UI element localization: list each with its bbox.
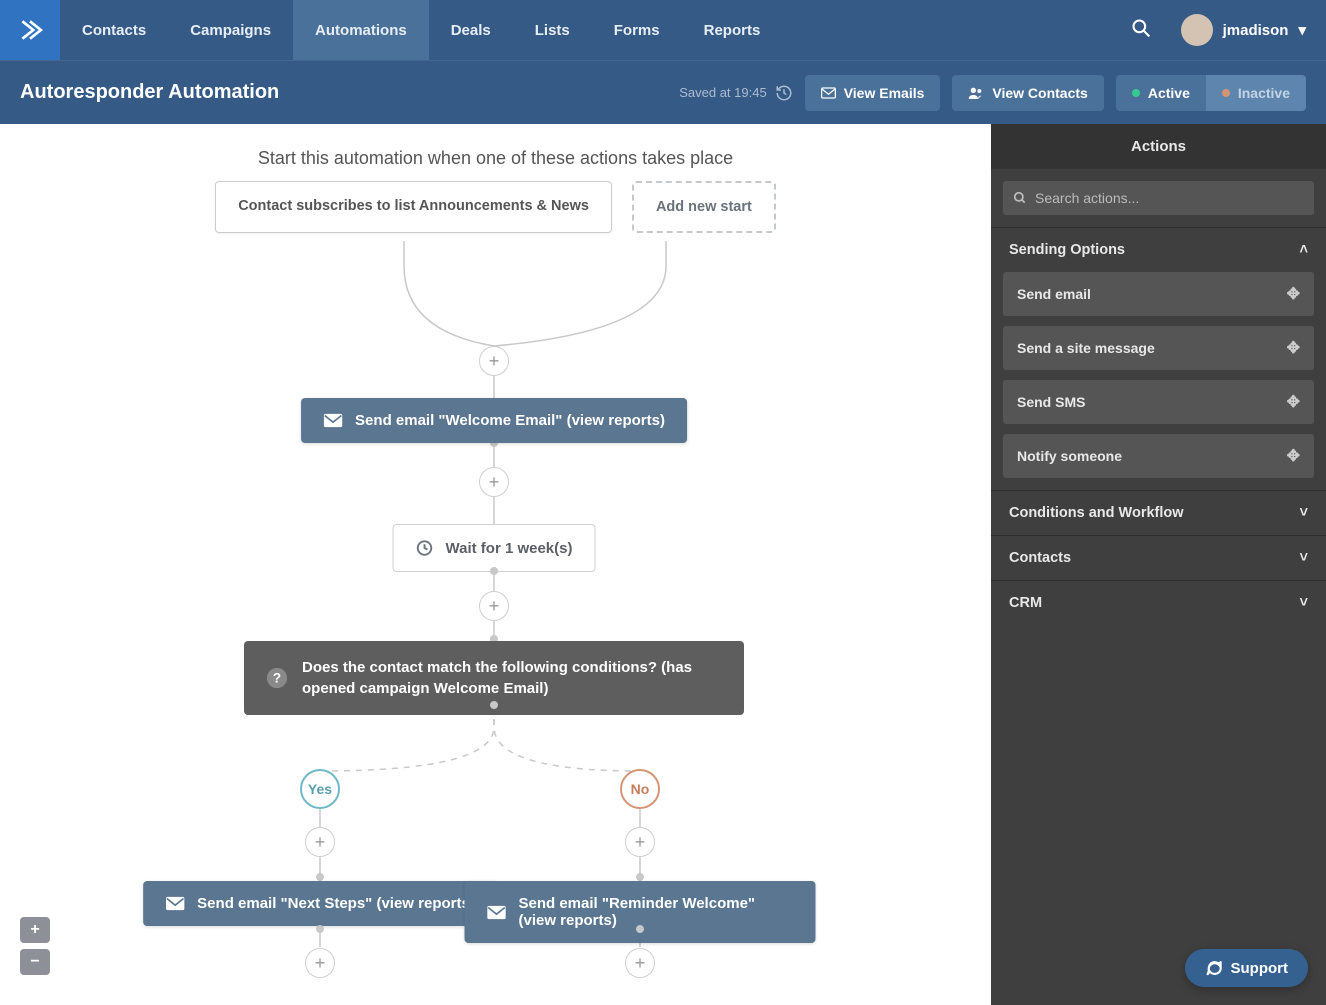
section-label: Contacts <box>1009 550 1071 566</box>
add-start-box[interactable]: Add new start <box>632 181 776 233</box>
envelope-icon <box>487 905 507 920</box>
envelope-icon <box>821 87 836 99</box>
envelope-icon <box>323 413 343 428</box>
drag-handle-icon[interactable]: ✥ <box>1287 446 1300 466</box>
view-contacts-label: View Contacts <box>992 85 1087 101</box>
connector-dot <box>636 925 644 933</box>
app-logo[interactable] <box>0 0 60 60</box>
connector-dot <box>316 873 324 881</box>
drag-handle-icon[interactable]: ✥ <box>1287 284 1300 304</box>
node-wait[interactable]: Wait for 1 week(s) <box>393 524 596 572</box>
active-dot-icon <box>1132 89 1140 97</box>
clock-icon <box>416 539 434 557</box>
node-label: Send email "Next Steps" (view reports) <box>197 895 475 912</box>
search-actions-input[interactable] <box>1003 181 1314 215</box>
saved-time: Saved at 19:45 <box>679 85 766 100</box>
page-title: Autoresponder Automation <box>20 81 279 104</box>
section-contacts[interactable]: Contacts ˅ <box>991 535 1326 580</box>
view-emails-label: View Emails <box>844 85 925 101</box>
section-sending-options[interactable]: Sending Options ˄ <box>991 227 1326 272</box>
chevron-down-icon: ˅ <box>1300 550 1308 566</box>
view-emails-button[interactable]: View Emails <box>805 75 941 111</box>
svg-text:?: ? <box>273 671 281 686</box>
inactive-label: Inactive <box>1238 85 1290 101</box>
action-send-email[interactable]: Send email ✥ <box>1003 272 1314 316</box>
user-name: jmadison <box>1223 22 1289 39</box>
section-label: CRM <box>1009 595 1042 611</box>
section-label: Sending Options <box>1009 242 1125 258</box>
support-label: Support <box>1231 960 1289 977</box>
drag-handle-icon[interactable]: ✥ <box>1287 392 1300 412</box>
envelope-icon <box>165 896 185 911</box>
action-label: Send SMS <box>1017 394 1085 410</box>
inactive-dot-icon <box>1222 89 1230 97</box>
status-toggle[interactable]: Active Inactive <box>1116 75 1306 111</box>
node-send-email-welcome[interactable]: Send email "Welcome Email" (view reports… <box>301 398 687 443</box>
connector-dot <box>490 701 498 709</box>
drag-handle-icon[interactable]: ✥ <box>1287 338 1300 358</box>
action-label: Send email <box>1017 286 1091 302</box>
add-step-button[interactable]: + <box>305 827 335 857</box>
question-icon: ? <box>266 667 288 689</box>
connector-dot <box>636 873 644 881</box>
chevron-up-icon: ˄ <box>1300 242 1308 258</box>
user-menu[interactable]: jmadison ▾ <box>1161 14 1326 46</box>
avatar <box>1181 14 1213 46</box>
status-inactive[interactable]: Inactive <box>1206 75 1306 111</box>
sidebar-title: Actions <box>991 124 1326 169</box>
nav-item-forms[interactable]: Forms <box>592 0 682 60</box>
zoom-in-button[interactable]: + <box>20 917 50 943</box>
connector-dot <box>316 925 324 933</box>
nav-item-deals[interactable]: Deals <box>429 0 513 60</box>
section-crm[interactable]: CRM ˅ <box>991 580 1326 625</box>
action-label: Notify someone <box>1017 448 1122 464</box>
node-send-email-reminder[interactable]: Send email "Reminder Welcome" (view repo… <box>465 881 816 943</box>
node-label: Wait for 1 week(s) <box>446 540 573 557</box>
section-label: Conditions and Workflow <box>1009 505 1184 521</box>
node-send-email-next-steps[interactable]: Send email "Next Steps" (view reports) <box>143 881 497 926</box>
add-step-button[interactable]: + <box>625 827 655 857</box>
branch-no-label[interactable]: No <box>620 769 660 809</box>
canvas-start-heading: Start this automation when one of these … <box>0 124 991 181</box>
nav-item-lists[interactable]: Lists <box>513 0 592 60</box>
connector-dot <box>490 567 498 575</box>
action-notify-someone[interactable]: Notify someone ✥ <box>1003 434 1314 478</box>
zoom-out-button[interactable]: − <box>20 949 50 975</box>
nav-item-automations[interactable]: Automations <box>293 0 429 60</box>
history-icon[interactable] <box>775 84 793 102</box>
branch-yes-label[interactable]: Yes <box>300 769 340 809</box>
start-trigger-box[interactable]: Contact subscribes to list Announcements… <box>215 181 612 233</box>
chat-icon <box>1205 959 1223 977</box>
nav-item-campaigns[interactable]: Campaigns <box>168 0 293 60</box>
support-button[interactable]: Support <box>1185 949 1309 987</box>
add-step-button[interactable]: + <box>479 467 509 497</box>
nav-item-reports[interactable]: Reports <box>682 0 783 60</box>
action-label: Send a site message <box>1017 340 1155 356</box>
node-label: Does the contact match the following con… <box>302 657 722 699</box>
chevron-down-icon: ˅ <box>1300 505 1308 521</box>
add-step-button[interactable]: + <box>479 346 509 376</box>
action-send-a-site-message[interactable]: Send a site message ✥ <box>1003 326 1314 370</box>
node-label: Send email "Welcome Email" (view reports… <box>355 412 665 429</box>
add-step-button[interactable]: + <box>479 591 509 621</box>
active-label: Active <box>1148 85 1190 101</box>
node-label: Send email "Reminder Welcome" (view repo… <box>519 895 794 929</box>
chevron-down-icon: ˅ <box>1300 595 1308 611</box>
action-send-sms[interactable]: Send SMS ✥ <box>1003 380 1314 424</box>
add-step-button[interactable]: + <box>305 948 335 978</box>
nav-item-contacts[interactable]: Contacts <box>60 0 168 60</box>
section-conditions-workflow[interactable]: Conditions and Workflow ˅ <box>991 490 1326 535</box>
search-icon[interactable] <box>1121 18 1161 43</box>
people-icon <box>968 86 984 100</box>
caret-down-icon: ▾ <box>1298 21 1306 39</box>
add-step-button[interactable]: + <box>625 948 655 978</box>
view-contacts-button[interactable]: View Contacts <box>952 75 1103 111</box>
status-active[interactable]: Active <box>1116 75 1206 111</box>
